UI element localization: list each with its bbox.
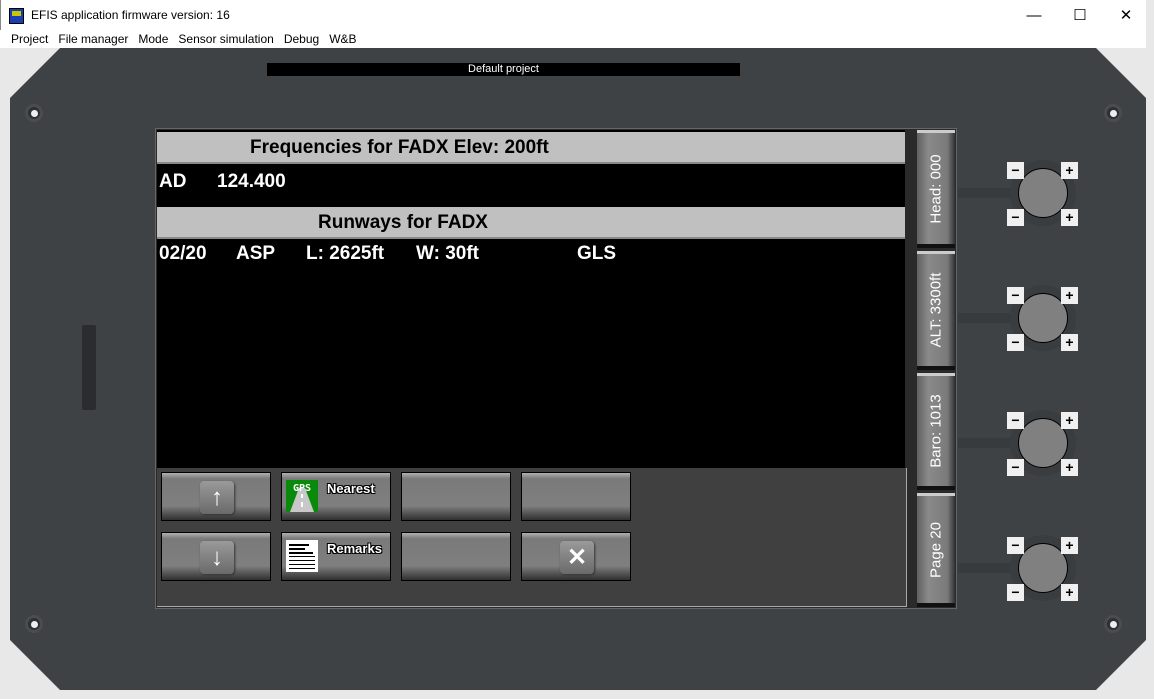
project-name: Default project xyxy=(267,63,740,76)
frequencies-header: Frequencies for FADX Elev: 200ft xyxy=(157,132,905,164)
empty-button[interactable] xyxy=(521,472,631,521)
tab-baro-label: Baro: 1013 xyxy=(927,394,945,468)
minimize-button[interactable]: — xyxy=(1011,4,1057,28)
arrow-down-icon: ↓ xyxy=(200,541,234,574)
knob-minus-button[interactable]: − xyxy=(1007,287,1024,304)
knob-press-minus-button[interactable]: − xyxy=(1007,209,1024,226)
tab-heading-label: Head: 000 xyxy=(927,153,945,224)
nearest-button[interactable]: GPS Nearest xyxy=(281,472,391,521)
scroll-down-button[interactable]: ↓ xyxy=(161,532,271,581)
screw-icon xyxy=(25,615,43,633)
svg-text:GPS: GPS xyxy=(293,483,311,494)
knob-plus-button[interactable]: + xyxy=(1061,287,1078,304)
remarks-label: Remarks xyxy=(327,541,382,556)
knob-plus-button[interactable]: + xyxy=(1061,537,1078,554)
close-window-button[interactable]: ✕ xyxy=(1103,4,1149,28)
knob-press-plus-button[interactable]: + xyxy=(1061,584,1078,601)
maximize-button[interactable]: ☐ xyxy=(1057,4,1103,28)
knob-plus-button[interactable]: + xyxy=(1061,412,1078,429)
window-title: EFIS application firmware version: 16 xyxy=(31,8,230,22)
tab-altitude[interactable]: ALT: 3300ft xyxy=(917,251,955,370)
knob-press-minus-button[interactable]: − xyxy=(1007,459,1024,476)
menu-file-manager[interactable]: File manager xyxy=(53,30,133,48)
screw-icon xyxy=(1104,615,1122,633)
screw-icon xyxy=(1104,104,1122,122)
knob-shaft xyxy=(958,438,1018,448)
nearest-label: Nearest xyxy=(327,481,375,496)
knob-plus-button[interactable]: + xyxy=(1061,162,1078,179)
tab-altitude-label: ALT: 3300ft xyxy=(927,272,945,348)
title-bar: EFIS application firmware version: 16 — … xyxy=(0,0,1146,30)
knob-minus-button[interactable]: − xyxy=(1007,412,1024,429)
tab-heading[interactable]: Head: 000 xyxy=(917,130,955,248)
remarks-button[interactable]: Remarks xyxy=(281,532,391,581)
screw-icon xyxy=(25,104,43,122)
knob-shaft xyxy=(958,563,1018,573)
knob-press-plus-button[interactable]: + xyxy=(1061,334,1078,351)
document-icon xyxy=(286,540,318,572)
runway-designator: 02/20 xyxy=(159,243,207,264)
tab-page[interactable]: Page 20 xyxy=(917,493,955,607)
runways-header: Runways for FADX xyxy=(157,207,905,239)
menu-sensor-simulation[interactable]: Sensor simulation xyxy=(173,30,278,48)
freq-type: AD xyxy=(159,171,187,192)
close-page-button[interactable]: ✕ xyxy=(521,532,631,581)
empty-button[interactable] xyxy=(401,472,511,521)
tab-page-label: Page 20 xyxy=(927,521,945,578)
knob-shaft xyxy=(958,313,1018,323)
close-icon: ✕ xyxy=(560,541,594,574)
knob-press-minus-button[interactable]: − xyxy=(1007,584,1024,601)
knob-press-minus-button[interactable]: − xyxy=(1007,334,1024,351)
card-slot xyxy=(82,325,96,410)
knob-press-plus-button[interactable]: + xyxy=(1061,459,1078,476)
menu-wb[interactable]: W&B xyxy=(324,30,361,48)
menu-debug[interactable]: Debug xyxy=(279,30,324,48)
menu-mode[interactable]: Mode xyxy=(133,30,173,48)
runway-surface: ASP xyxy=(236,243,276,264)
runway-length: L: 2625ft xyxy=(306,243,385,264)
arrow-up-icon: ↑ xyxy=(200,481,234,514)
knob-minus-button[interactable]: − xyxy=(1007,537,1024,554)
runway-lights: GLS xyxy=(577,243,617,264)
menu-bar: Project File manager Mode Sensor simulat… xyxy=(0,30,1146,48)
scroll-up-button[interactable]: ↑ xyxy=(161,472,271,521)
tab-baro[interactable]: Baro: 1013 xyxy=(917,373,955,490)
gps-road-icon: GPS xyxy=(286,480,318,512)
knob-shaft xyxy=(958,188,1018,198)
runway-width: W: 30ft xyxy=(416,243,479,264)
freq-value: 124.400 xyxy=(217,171,286,192)
knob-minus-button[interactable]: − xyxy=(1007,162,1024,179)
app-icon xyxy=(9,8,24,24)
menu-project[interactable]: Project xyxy=(6,30,53,48)
knob-press-plus-button[interactable]: + xyxy=(1061,209,1078,226)
empty-button[interactable] xyxy=(401,532,511,581)
